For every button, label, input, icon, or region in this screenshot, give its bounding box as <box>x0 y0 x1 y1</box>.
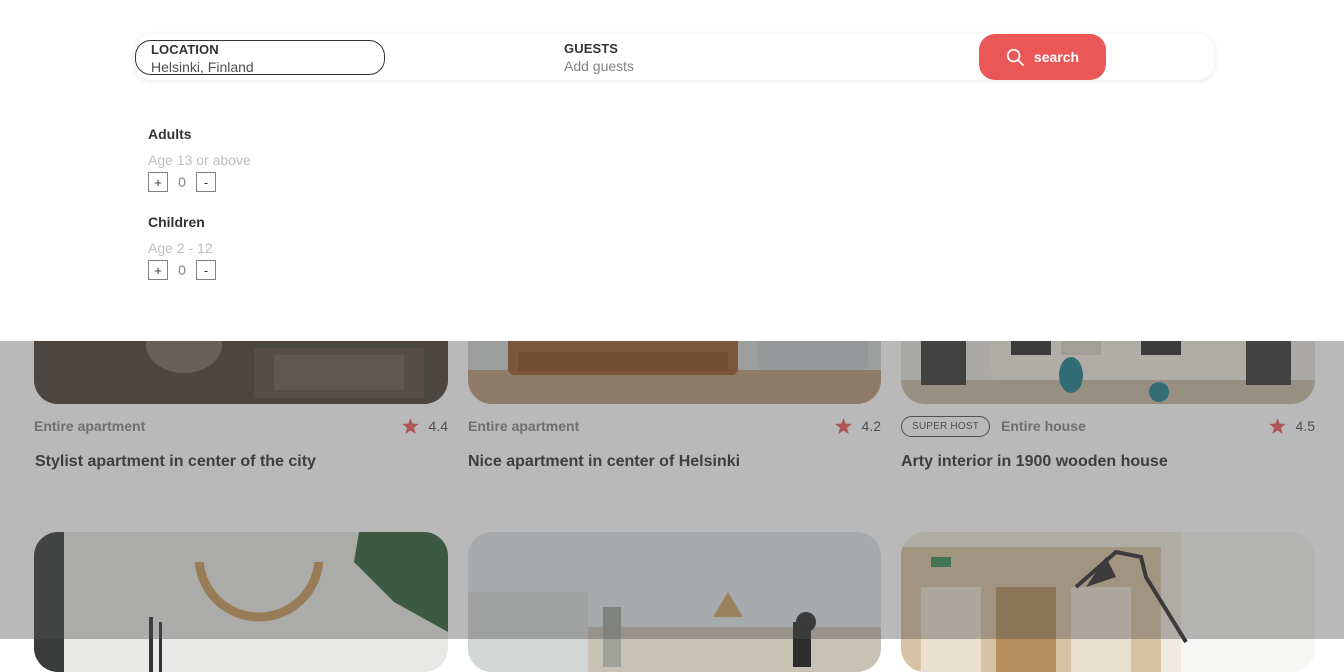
children-group: Children Age 2 - 12 + 0 - <box>148 214 216 280</box>
adults-stepper: + 0 - <box>148 172 216 192</box>
location-field[interactable]: LOCATION Helsinki, Finland <box>135 40 385 75</box>
search-bar: LOCATION Helsinki, Finland GUESTS Add gu… <box>135 34 1214 80</box>
search-button-label: search <box>1033 49 1080 65</box>
adults-increment-button[interactable]: + <box>148 172 168 192</box>
children-title: Children <box>148 214 205 230</box>
adults-title: Adults <box>148 126 192 142</box>
search-button[interactable]: search <box>979 34 1106 80</box>
adults-count: 0 <box>178 174 186 190</box>
children-decrement-button[interactable]: - <box>196 260 216 280</box>
location-label: LOCATION <box>151 42 219 57</box>
guests-placeholder[interactable]: Add guests <box>564 58 634 74</box>
guests-field[interactable]: GUESTS Add guests <box>550 40 850 75</box>
search-drawer: LOCATION Helsinki, Finland GUESTS Add gu… <box>0 0 1344 341</box>
children-count: 0 <box>178 262 186 278</box>
adults-subtitle: Age 13 or above <box>148 152 251 168</box>
children-subtitle: Age 2 - 12 <box>148 240 213 256</box>
children-increment-button[interactable]: + <box>148 260 168 280</box>
children-stepper: + 0 - <box>148 260 216 280</box>
location-value[interactable]: Helsinki, Finland <box>151 59 254 75</box>
adults-decrement-button[interactable]: - <box>196 172 216 192</box>
guests-label: GUESTS <box>564 41 619 56</box>
search-icon <box>1006 48 1024 66</box>
adults-group: Adults Age 13 or above + 0 - <box>148 126 251 192</box>
